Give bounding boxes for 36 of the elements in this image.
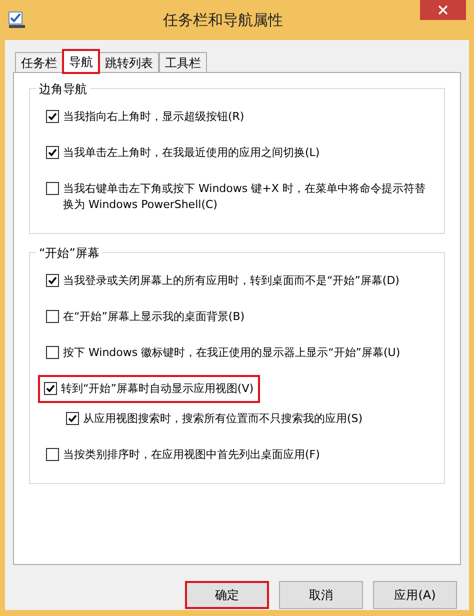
option-label: 转到“开始”屏幕时自动显示应用视图(V) [61,381,254,397]
dialog-button[interactable]: 确定 [185,581,269,609]
option-label: 从应用视图搜索时，搜索所有位置而不只搜索我的应用(S) [83,411,363,427]
checkbox[interactable] [46,274,59,287]
option-label: 在“开始”屏幕上显示我的桌面背景(B) [63,309,245,325]
checkbox[interactable] [46,146,59,159]
checkbox[interactable] [44,382,57,395]
checkbox[interactable] [46,310,59,323]
dialog-button[interactable]: 应用(A) [373,581,457,609]
checkmark-icon [48,276,57,285]
group-title: 边角导航 [36,80,90,98]
checkbox-app-icon [8,11,26,29]
option-label: 当按类别排序时，在应用视图中首先列出桌面应用(F) [63,447,320,463]
checkmark-icon [46,384,55,393]
checkbox[interactable] [66,412,79,425]
dialog-button[interactable]: 取消 [279,581,363,609]
checkbox[interactable] [46,110,59,123]
option-label: 当我右键单击左下角或按下 Windows 键+X 时，在菜单中将命令提示符替换为 Windows PowerShell(C) [63,181,426,213]
checkbox[interactable] [46,182,59,195]
tab[interactable]: 跳转列表 [99,52,159,72]
checkmark-icon [48,148,57,157]
checkmark-icon [48,112,57,121]
option-label: 按下 Windows 徽标键时，在我正使用的显示器上显示“开始”屏幕(U) [63,345,400,361]
tab[interactable]: 任务栏 [15,52,63,72]
group-title: “开始”屏幕 [36,244,102,262]
option-label: 当我指向右上角时，显示超级按钮(R) [63,109,244,125]
option-label: 当我登录或关闭屏幕上的所有应用时，转到桌面而不是“开始”屏幕(D) [63,273,400,289]
option-label: 当我单击左上角时，在我最近使用的应用之间切换(L) [63,145,320,161]
tab[interactable]: 工具栏 [159,52,207,72]
checkmark-icon [68,414,77,423]
checkbox[interactable] [46,448,59,461]
checkbox[interactable] [46,346,59,359]
tab[interactable]: 导航 [63,50,99,73]
close-icon [438,5,448,15]
window-title: 任务栏和导航属性 [162,10,284,31]
close-button[interactable] [420,0,466,20]
